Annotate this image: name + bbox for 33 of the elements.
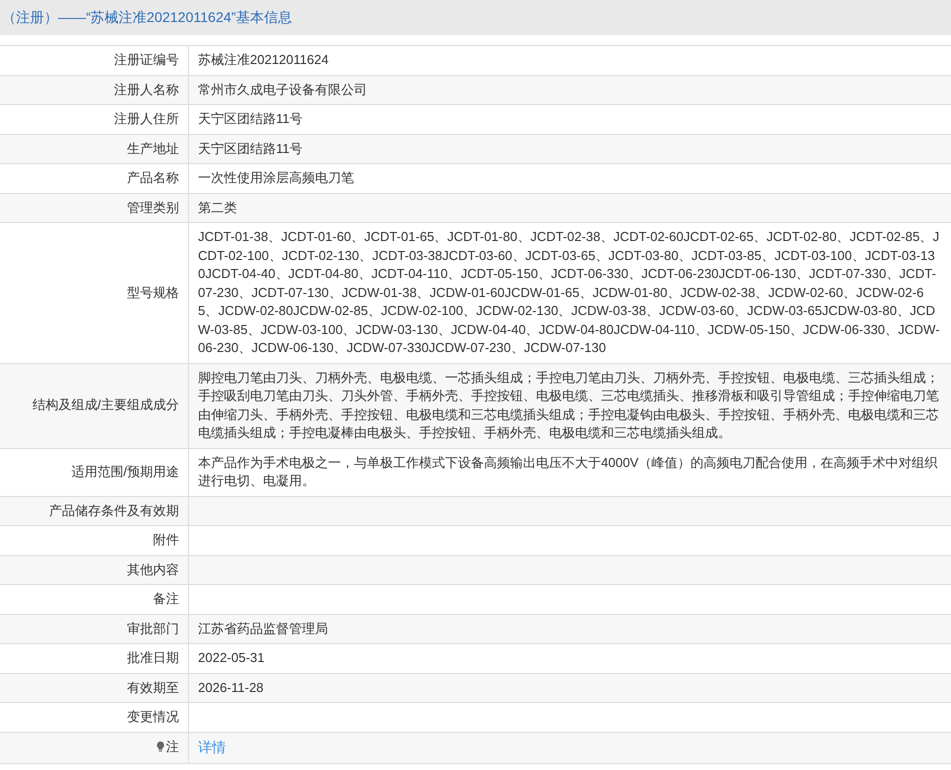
field-value: 2026-11-28 [198,680,264,694]
field-label: 适用范围/预期用途 [71,462,179,481]
field-label: 产品名称 [127,169,179,187]
field-label: 审批部门 [127,620,179,638]
field-value: 2022-05-31 [198,650,264,665]
details-link[interactable]: 详情 [198,738,226,755]
field-value: 苏械注准20212011624 [198,52,329,67]
field-label: 结构及组成/主要组成成分 [32,396,179,414]
field-label: 生产地址 [127,140,179,158]
field-label: 型号规格 [127,284,179,302]
field-label: 备注 [153,590,179,608]
field-label: 其他内容 [127,560,179,578]
lightbulb-icon [156,741,165,752]
field-label: 变更情况 [127,708,179,726]
field-value: 脚控电刀笔由刀头、刀柄外壳、电极电缆、一芯插头组成；手控电刀笔由刀头、刀柄外壳、手控按钮、电极电缆、三芯插头组成；手控吸刮电刀笔由刀头、刀头外管、手柄外壳、手控按钮、电极电缆、三芯电缆插头、推移滑板和吸引导管组成；手控伸缩电刀笔由伸缩刀头、手柄外壳、手控按钮、电极电缆和三芯电缆插头组成；手控电凝钩由电极头、手控按钮、手柄外壳、电极电缆和三芯电缆插头组成；手控电凝棒由电极头、手控按钮、手柄外壳、电极电缆和三芯电缆插头组成。 [198,370,939,440]
field-value: 江苏省药品监督管理局 [198,620,328,636]
field-value: 天宁区团结路11号 [198,111,302,126]
field-label: 有效期至 [127,678,179,696]
field-value: 常州市久成电子设备有限公司 [198,82,367,96]
field-value: 天宁区团结路11号 [198,140,302,156]
field-label: 注册证编号 [114,51,179,69]
field-value: 本产品作为手术电极之一，与单极工作模式下设备高频输出电压不大于4000V（峰值）的高频电刀配合使用，在高频手术中对组织进行电切、电凝用。 [198,454,938,488]
field-label: 注册人住所 [114,110,179,128]
field-value: JCDT-01-38、JCDT-01-60、JCDT-01-65、JCDT-01-80、JCDT-02-38、JCDT-02-60JCDT-02-65、JCDT-02-80、JCDT-02-85、JCDT-02-100、JCDT-02-130、JCDT-03-38JCDT-03-60、JCDT-03-65、JCDT-03-80、JCDT-03-85、JCDT-03-100、JCDT-03-130JCDT-04-40、JCDT-04-80、JCDT-04-110、JCDT-05-150、JCDT-06-330、JCDT-06-230JCDT-06-130、JCDT-07-330、JCDT-07-230、JCDT-07-130、JCDW-01-38、JCDW-01-60JCDW-01-65、JCDW-01-80、JCDW-02-38、JCDW-02-60、JCDW-02-65、JCDW-02-80JCDW-02-85、JCDW-02-100、JCDW-02-130、JCDW-03-38、JCDW-03-60、JCDW-03-65JCDW-03-80、JCDW-03-85、JCDW-03-100、JCDW-03-130、JCDW-04-40、JCDW-04-80JCDW-04-110、JCDW-05-150、JCDW-06-330、JCDW-06-230、JCDW-06-130、JCDW-07-330JCDW-07-230、JCDW-07-130 [198,229,940,355]
field-label: 注册人名称 [114,80,179,98]
page-title: （注册）——“苏械注准20212011624”基本信息 [2,8,292,26]
field-label: 注 [166,738,179,756]
field-label: 附件 [153,531,179,549]
field-value: 一次性使用涂层高频电刀笔 [198,170,354,185]
field-value: 第二类 [198,200,237,214]
field-label: 产品储存条件及有效期 [49,502,179,520]
field-label: 管理类别 [127,198,179,216]
field-label: 批准日期 [127,649,179,667]
